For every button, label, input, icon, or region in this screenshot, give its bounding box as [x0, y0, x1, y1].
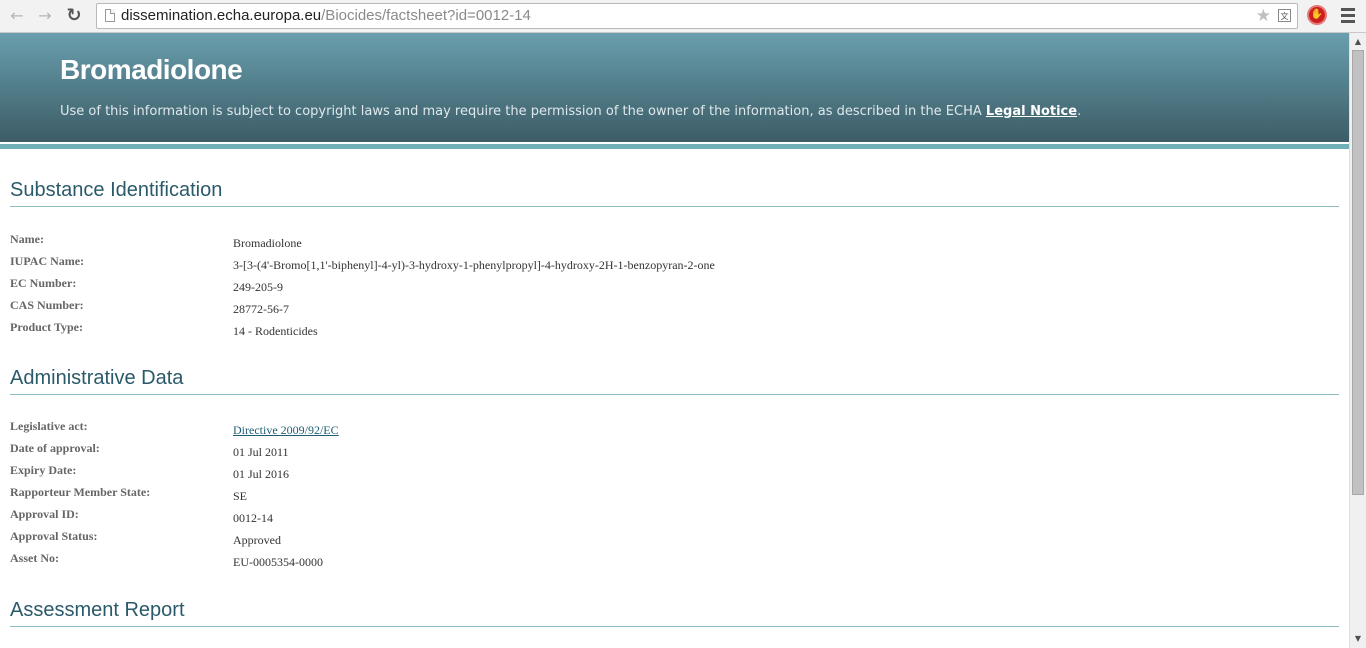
page-viewport: Bromadiolone Use of this information is …: [0, 33, 1349, 648]
browser-menu-icon[interactable]: [1341, 8, 1355, 24]
scroll-up-icon[interactable]: ▲: [1350, 35, 1366, 49]
forward-icon[interactable]: →: [34, 5, 56, 27]
field-value: SE: [233, 489, 248, 503]
reload-icon[interactable]: ↻: [63, 5, 85, 27]
scroll-down-icon[interactable]: ▼: [1350, 632, 1366, 646]
section-title-identification: Substance Identification: [10, 179, 223, 201]
field-expiry-date: Expiry Date: 01 Jul 2016: [10, 463, 1310, 485]
notice-text: Use of this information is subject to co…: [60, 104, 986, 119]
field-rapporteur-member-state: Rapporteur Member State: SE: [10, 485, 1310, 507]
section-title-assessment: Assessment Report: [10, 599, 185, 621]
url-text[interactable]: dissemination.echa.europa.eu/Biocides/fa…: [121, 4, 531, 28]
field-product-type: Product Type: 14 - Rodenticides: [10, 320, 1310, 342]
field-approval-status: Approval Status: Approved: [10, 529, 1310, 551]
field-value: 0012-14: [233, 511, 273, 525]
page-icon: [105, 9, 115, 22]
section-title-administrative: Administrative Data: [10, 367, 184, 389]
url-host: dissemination.echa.europa.eu: [121, 7, 322, 24]
page-title: Bromadiolone: [60, 54, 243, 85]
field-label: Asset No:: [10, 551, 59, 565]
field-label: CAS Number:: [10, 298, 84, 312]
field-label: Expiry Date:: [10, 463, 77, 477]
legal-notice-link[interactable]: Legal Notice: [986, 104, 1077, 119]
field-value: 01 Jul 2011: [233, 445, 289, 459]
menu-bar-line: [1341, 20, 1355, 23]
field-date-of-approval: Date of approval: 01 Jul 2011: [10, 441, 1310, 463]
field-legislative-act: Legislative act: Directive 2009/92/EC: [10, 419, 1310, 441]
field-label: Legislative act:: [10, 419, 88, 433]
address-bar[interactable]: dissemination.echa.europa.eu/Biocides/fa…: [96, 3, 1298, 29]
field-value: Approved: [233, 533, 281, 547]
field-approval-id: Approval ID: 0012-14: [10, 507, 1310, 529]
scroll-thumb[interactable]: [1352, 50, 1364, 495]
field-value: EU-0005354-0000: [233, 555, 323, 569]
field-value: 249-205-9: [233, 280, 283, 294]
field-label: Name:: [10, 232, 44, 246]
field-value: 01 Jul 2016: [233, 467, 290, 481]
url-path: /Biocides/factsheet?id=0012-14: [321, 7, 531, 24]
field-value: 3-[3-(4'-Bromo[1,1'-biphenyl]-4-yl)-3-hy…: [233, 258, 715, 272]
field-label: IUPAC Name:: [10, 254, 85, 268]
field-asset-no: Asset No: EU-0005354-0000: [10, 551, 1310, 573]
field-label: Approval ID:: [10, 507, 79, 521]
field-label: Approval Status:: [10, 529, 98, 543]
field-label: Rapporteur Member State:: [10, 485, 151, 499]
menu-bar-line: [1341, 14, 1355, 17]
field-name: Name: Bromadiolone: [10, 232, 1310, 254]
adblock-extension-icon[interactable]: ✋: [1307, 5, 1327, 25]
accent-divider: [0, 144, 1349, 149]
bookmark-star-icon[interactable]: ★: [1256, 5, 1271, 27]
field-value: Bromadiolone: [233, 236, 302, 250]
section-rule: [10, 394, 1339, 395]
legislative-act-link[interactable]: Directive 2009/92/EC: [233, 423, 339, 438]
field-cas-number: CAS Number: 28772-56-7: [10, 298, 1310, 320]
field-iupac-name: IUPAC Name: 3-[3-(4'-Bromo[1,1'-biphenyl…: [10, 254, 1310, 276]
translate-icon[interactable]: 文: [1278, 9, 1291, 22]
field-label: Product Type:: [10, 320, 84, 334]
section-rule: [10, 626, 1339, 627]
menu-bar-line: [1341, 8, 1355, 11]
field-label: Date of approval:: [10, 441, 100, 455]
vertical-scrollbar[interactable]: ▲ ▼: [1349, 33, 1366, 648]
copyright-notice: Use of this information is subject to co…: [60, 104, 1081, 119]
browser-toolbar: ← → ↻ dissemination.echa.europa.eu/Bioci…: [0, 0, 1366, 33]
field-value: 28772-56-7: [233, 302, 289, 316]
header-banner: Bromadiolone Use of this information is …: [0, 33, 1349, 142]
back-icon[interactable]: ←: [6, 5, 28, 27]
field-value: 14 - Rodenticides: [233, 324, 318, 338]
field-ec-number: EC Number: 249-205-9: [10, 276, 1310, 298]
section-rule: [10, 206, 1339, 207]
field-label: EC Number:: [10, 276, 77, 290]
notice-suffix: .: [1077, 104, 1082, 119]
